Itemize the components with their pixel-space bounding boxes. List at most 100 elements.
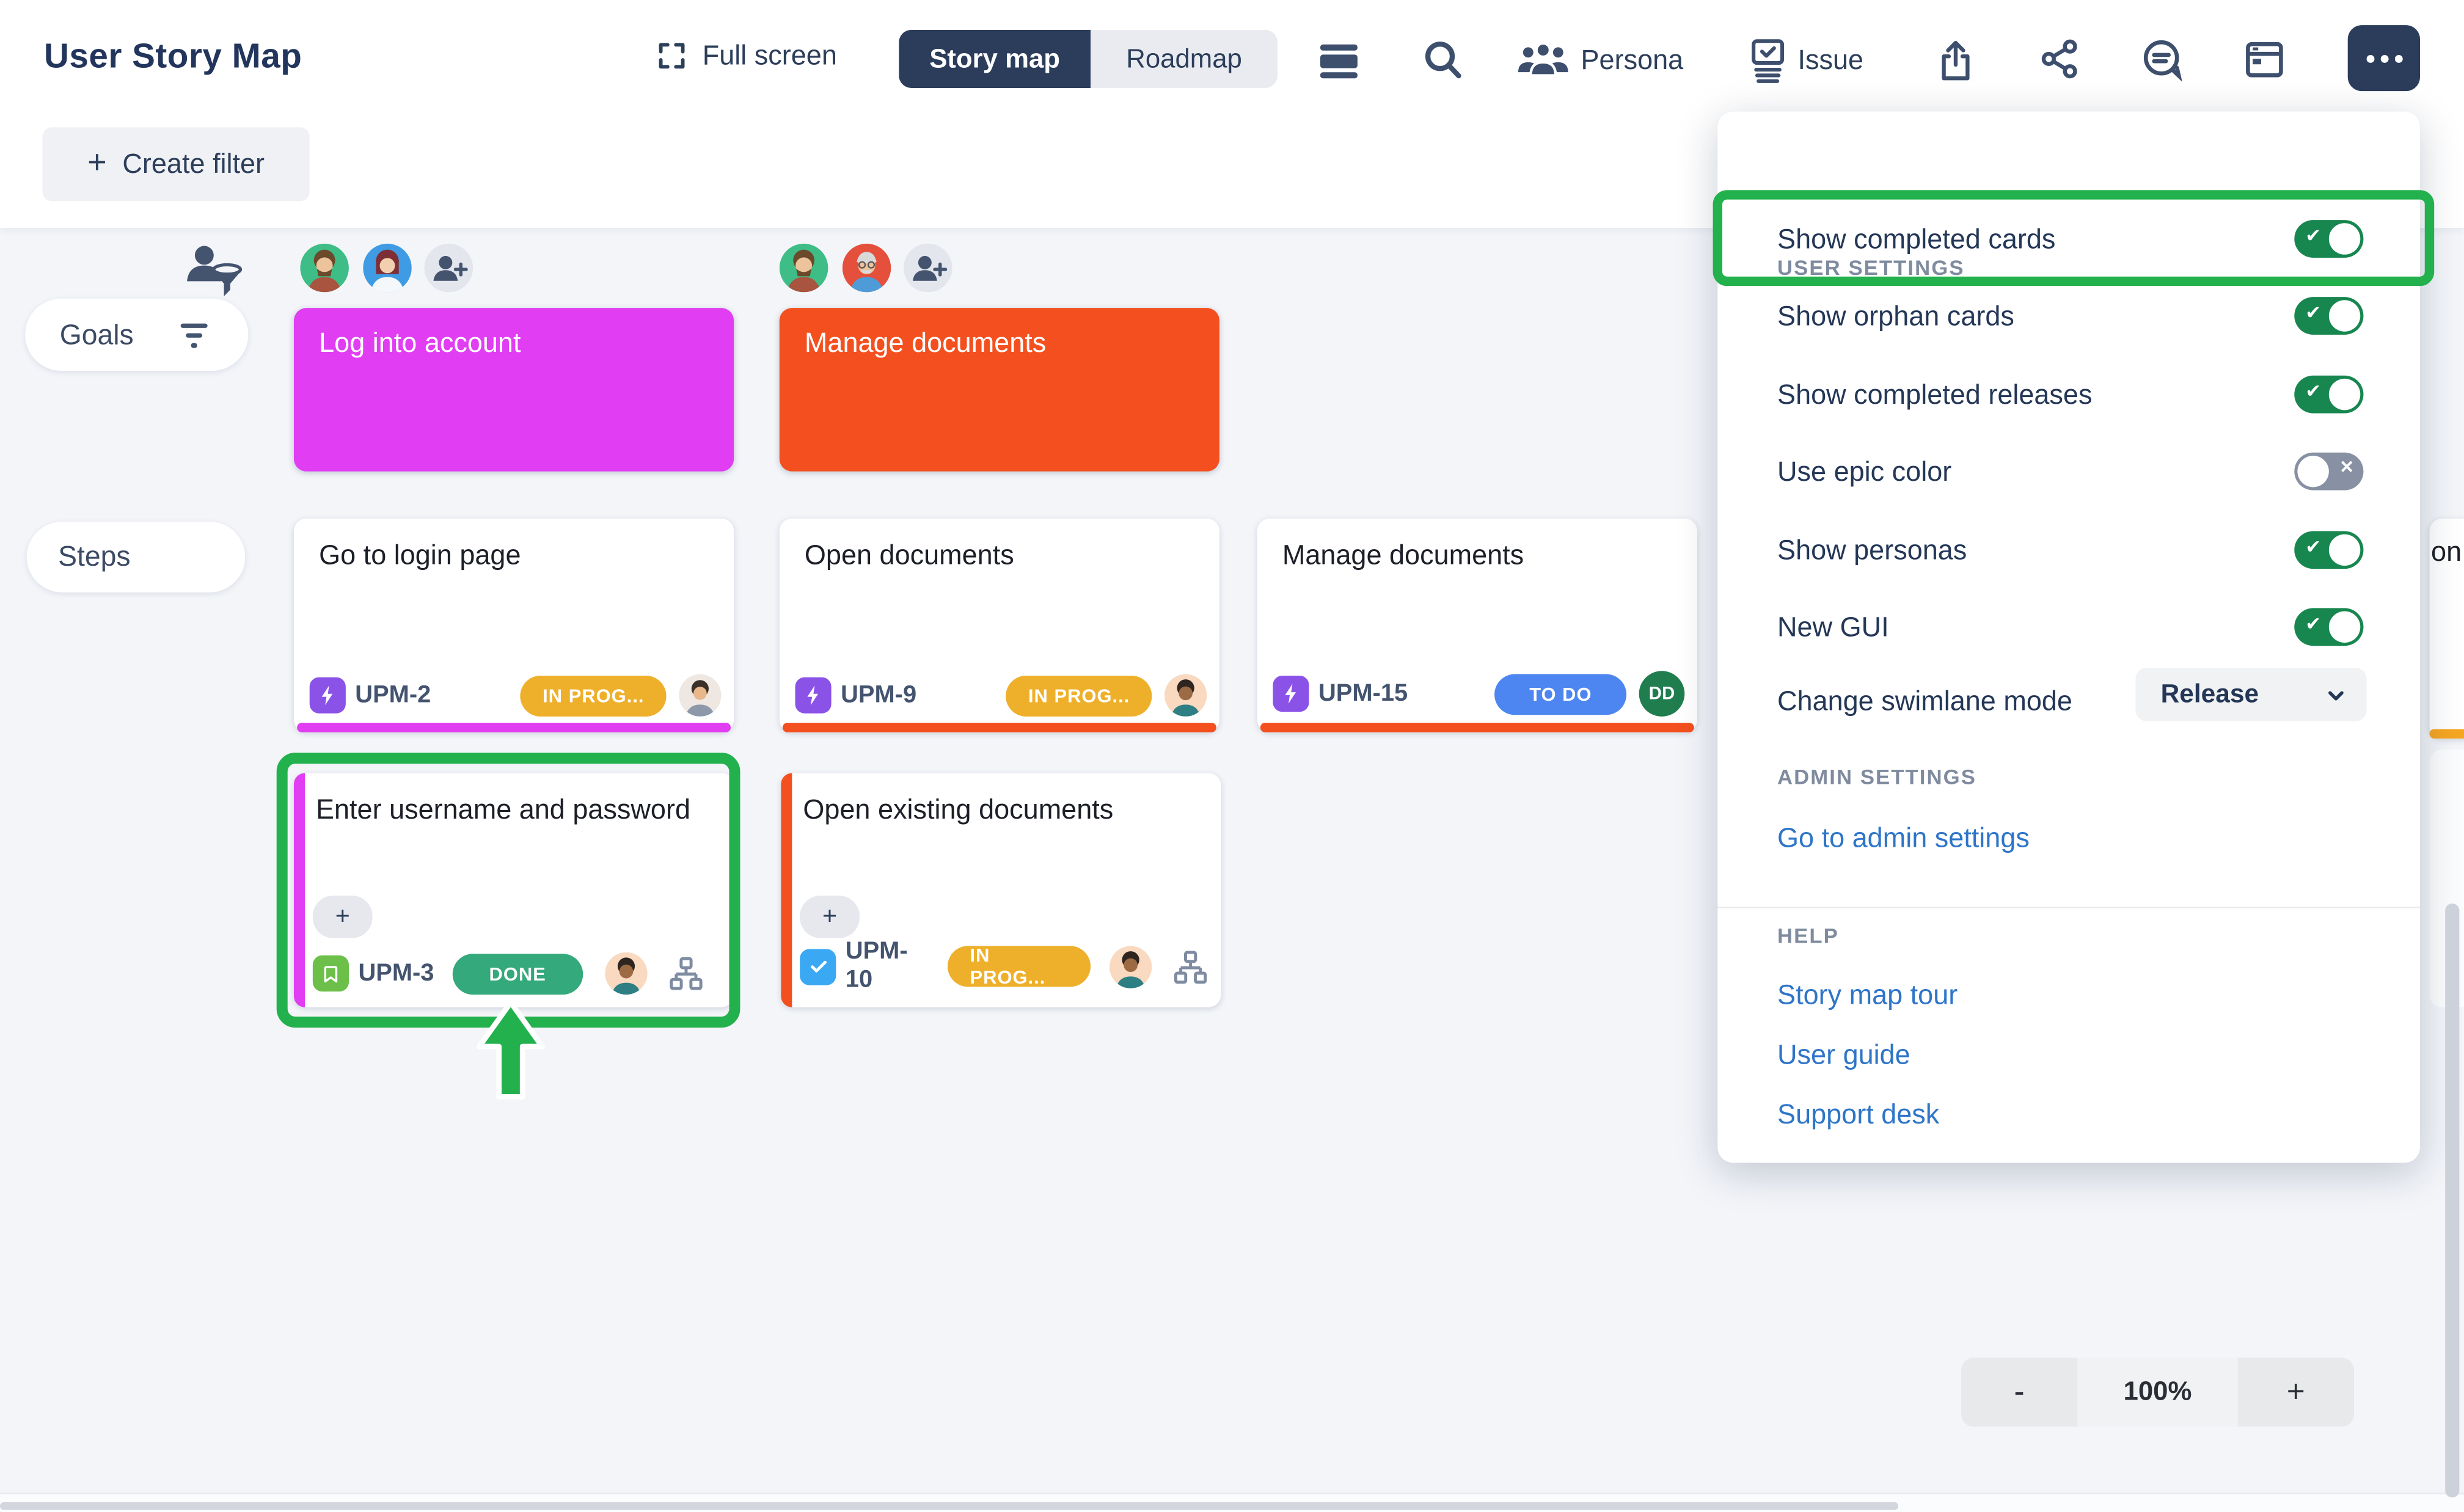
horizontal-scrollbar[interactable] (0, 1502, 1898, 1510)
card-layout-button[interactable] (2242, 38, 2286, 82)
persona-avatar-older-man[interactable] (841, 244, 890, 293)
add-persona-button[interactable] (904, 244, 952, 293)
vertical-scrollbar[interactable] (2445, 904, 2459, 1497)
story-card[interactable]: Open existing documents + UPM-10 IN PROG… (781, 773, 1221, 1007)
setting-row-new-gui: New GUI ✔✕ (1777, 607, 2363, 648)
card-title: Open documents (780, 519, 1219, 573)
toggle-knob (2329, 535, 2360, 566)
status-badge[interactable]: IN PROG... (1006, 675, 1152, 716)
issue-key: UPM-10 (846, 938, 932, 995)
full-screen-button[interactable]: Full screen (656, 39, 837, 72)
card-title: Enter username and password (294, 773, 734, 827)
help-link-support-desk[interactable]: Support desk (1777, 1098, 1939, 1131)
filter-icon[interactable] (178, 320, 211, 349)
card-footer: UPM-15 TO DO DD (1273, 671, 1684, 717)
comment-icon (2140, 38, 2184, 82)
status-badge[interactable]: IN PROG... (948, 946, 1091, 987)
more-options-button[interactable] (2348, 25, 2420, 91)
toggle-new-gui[interactable]: ✔✕ (2294, 608, 2363, 646)
toggle-show-completed-cards[interactable]: ✔✕ (2294, 220, 2363, 258)
toggle-show-personas[interactable]: ✔✕ (2294, 531, 2363, 569)
persona-avatar-man[interactable] (780, 244, 828, 293)
step-card[interactable]: Manage documents UPM-15 TO DO DD (1257, 519, 1697, 732)
setting-row-show-orphan-cards: Show orphan cards ✔✕ (1777, 296, 2363, 337)
epic-type-badge (310, 677, 346, 714)
rows-icon (1317, 38, 1361, 82)
zoom-in-button[interactable]: + (2238, 1357, 2354, 1426)
epic-personas-group-1 (300, 244, 473, 293)
toggle-show-completed-releases[interactable]: ✔✕ (2294, 376, 2363, 414)
share-button[interactable] (2038, 38, 2082, 82)
toggle-show-orphan-cards[interactable]: ✔✕ (2294, 297, 2363, 335)
persona-label[interactable]: Persona (1581, 44, 1684, 77)
subtasks-hierarchy-icon[interactable] (667, 955, 703, 992)
setting-label: Show completed releases (1777, 378, 2092, 411)
add-persona-button[interactable] (424, 244, 473, 293)
help-header: HELP (1777, 924, 1839, 948)
card-title: Manage documents (1257, 519, 1697, 573)
epic-card[interactable]: Manage documents (780, 308, 1219, 471)
persona-filter-button[interactable] (184, 242, 244, 306)
page-title: User Story Map (44, 36, 302, 77)
tab-story-map[interactable]: Story map (899, 30, 1091, 88)
issue-key: UPM-2 (355, 681, 431, 709)
story-card[interactable]: Enter username and password + UPM-3 DONE (294, 773, 734, 1007)
fullscreen-icon (656, 39, 689, 72)
card-title: Go to login page (294, 519, 734, 573)
assignee-avatar (1164, 674, 1207, 716)
persona-avatar-man[interactable] (300, 244, 349, 293)
browser-card-icon (2242, 38, 2286, 82)
assignee-avatar (1110, 945, 1152, 987)
issue-button[interactable] (1747, 38, 1791, 82)
add-card-button[interactable]: + (800, 896, 860, 938)
divider (1717, 907, 2420, 908)
goals-lane-pill[interactable]: Goals (25, 299, 248, 371)
steps-lane-pill[interactable]: Steps (27, 522, 246, 593)
feedback-button[interactable] (2140, 38, 2184, 82)
status-badge[interactable]: IN PROG... (521, 675, 666, 716)
add-card-button[interactable]: + (313, 896, 373, 938)
settings-dropdown-panel: USER SETTINGS Show completed cards ✔✕ Sh… (1717, 112, 2420, 1163)
help-link-user-guide[interactable]: User guide (1777, 1039, 1910, 1072)
setting-row-show-completed-cards: Show completed cards ✔✕ (1777, 219, 2363, 260)
help-link-story-map-tour[interactable]: Story map tour (1777, 979, 1958, 1012)
swimlane-mode-select[interactable]: Release (2135, 668, 2366, 721)
toggle-use-epic-color[interactable]: ✔✕ (2294, 453, 2363, 491)
status-badge[interactable]: DONE (453, 953, 582, 994)
epic-title: Manage documents (805, 327, 1046, 358)
check-icon: ✔ (2305, 302, 2321, 324)
card-footer: UPM-9 IN PROG... (795, 674, 1207, 716)
steps-label: Steps (58, 541, 130, 574)
zoom-out-button[interactable]: - (1961, 1357, 2077, 1426)
dot-icon (2366, 54, 2374, 62)
issue-label[interactable]: Issue (1797, 44, 1863, 77)
epic-color-bar (1260, 723, 1694, 732)
search-button[interactable] (1420, 38, 1464, 82)
persona-avatar-woman[interactable] (362, 244, 411, 293)
card-title: on d (2431, 536, 2464, 569)
issue-key: UPM-9 (841, 681, 916, 709)
check-icon: ✔ (2305, 225, 2321, 247)
zoom-toolbar: - 100% + (1961, 1357, 2354, 1426)
epic-card[interactable]: Log into account (294, 308, 734, 471)
swimlane-rows-button[interactable] (1317, 38, 1361, 82)
step-card-partial[interactable]: on d (2429, 519, 2464, 739)
admin-settings-link[interactable]: Go to admin settings (1777, 822, 2030, 855)
toggle-knob (2329, 379, 2360, 410)
toggle-knob (2329, 300, 2360, 331)
create-filter-button[interactable]: + Create filter (42, 127, 309, 201)
step-card[interactable]: Go to login page UPM-2 IN PROG... (294, 519, 734, 732)
epic-title: Log into account (319, 327, 521, 358)
tab-roadmap[interactable]: Roadmap (1091, 30, 1278, 88)
subtasks-hierarchy-icon[interactable] (1172, 948, 1208, 984)
epic-color-stripe (294, 773, 305, 1007)
epic-type-badge (1273, 676, 1309, 712)
issue-key: UPM-15 (1318, 679, 1408, 707)
persona-button[interactable] (1515, 38, 1572, 82)
export-icon (1934, 38, 1976, 82)
status-badge[interactable]: TO DO (1495, 673, 1626, 714)
export-button[interactable] (1934, 38, 1978, 82)
swimlane-mode-label: Change swimlane mode (1777, 684, 2072, 717)
goals-label: Goals (60, 318, 134, 351)
step-card[interactable]: Open documents UPM-9 IN PROG... (780, 519, 1219, 732)
